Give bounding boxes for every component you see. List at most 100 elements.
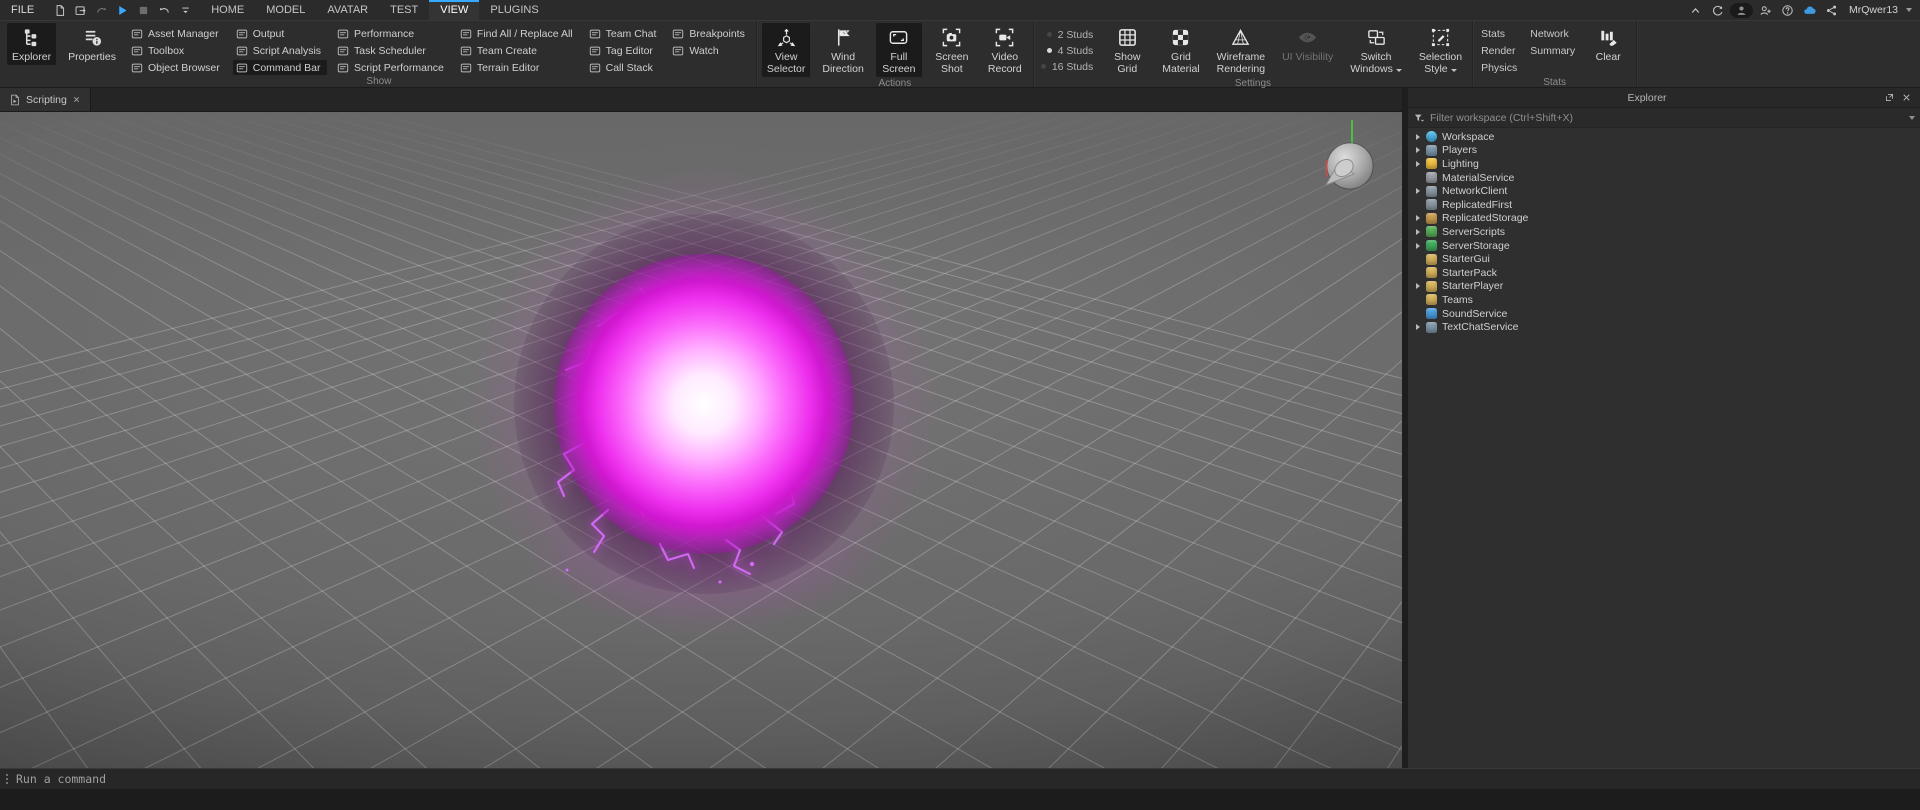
menu-avatar[interactable]: AVATAR (316, 0, 379, 20)
stud-option-4-studs[interactable]: 4 Studs (1041, 44, 1093, 57)
titlebar-add-collaborator[interactable] (1756, 3, 1775, 18)
popout-icon[interactable] (1881, 92, 1898, 103)
ribbon-button-find-all-replace-all[interactable]: Find All / Replace All (457, 26, 579, 41)
explorer-item-networkclient[interactable]: NetworkClient (1408, 184, 1920, 198)
ribbon-button-asset-manager[interactable]: Asset Manager (128, 26, 226, 41)
ribbon-button-screen-shot[interactable]: Screen Shot (929, 23, 975, 77)
expand-arrow-icon[interactable] (1411, 134, 1424, 140)
filter-caret-icon[interactable] (1909, 115, 1915, 120)
viewport-3d[interactable] (0, 112, 1402, 768)
quickbar-more[interactable] (175, 3, 196, 18)
username[interactable]: MrQwer13 (1849, 4, 1898, 16)
titlebar-share[interactable] (1822, 3, 1841, 18)
ribbon-button-ui-visibility[interactable]: UI Visibility (1277, 23, 1338, 65)
ribbon-button-wind-direction[interactable]: Wind Direction (817, 23, 868, 77)
filter-workspace-input[interactable] (1430, 111, 1904, 124)
tab-close-icon[interactable] (72, 95, 81, 104)
quickbar-undo[interactable] (154, 3, 175, 18)
explorer-item-materialservice[interactable]: MaterialService (1408, 171, 1920, 185)
ribbon-button-full-screen[interactable]: Full Screen (875, 23, 922, 77)
expand-arrow-icon[interactable] (1411, 324, 1424, 330)
drag-grip-icon[interactable] (4, 771, 12, 787)
titlebar-sync[interactable] (1708, 3, 1727, 18)
titlebar-avatar[interactable] (1729, 2, 1753, 18)
command-input[interactable] (16, 772, 1916, 786)
ribbon-button-stats[interactable]: Stats (1478, 27, 1520, 42)
ribbon-button-wireframe-rendering[interactable]: Wireframe Rendering (1212, 23, 1270, 77)
explorer-item-starterpack[interactable]: StarterPack (1408, 266, 1920, 280)
ribbon-button-output[interactable]: Output (233, 26, 327, 41)
command-bar-icon (236, 62, 248, 74)
ribbon-button-grid-material[interactable]: Grid Material (1157, 23, 1204, 77)
ribbon-button-switch-windows[interactable]: Switch Windows (1345, 23, 1407, 77)
menu-view[interactable]: VIEW (429, 0, 480, 20)
filter-funnel-icon[interactable] (1413, 112, 1425, 124)
quickbar-play[interactable] (112, 3, 133, 18)
ribbon-button-explorer[interactable]: Explorer (7, 23, 57, 65)
ribbon-button-breakpoints[interactable]: Breakpoints (669, 26, 750, 41)
expand-arrow-icon (1411, 256, 1424, 262)
user-menu-caret-icon[interactable] (1906, 8, 1912, 12)
explorer-item-replicatedfirst[interactable]: ReplicatedFirst (1408, 198, 1920, 212)
titlebar-collapse-ribbon[interactable] (1686, 3, 1705, 18)
expand-arrow-icon[interactable] (1411, 188, 1424, 194)
explorer-item-startergui[interactable]: StarterGui (1408, 252, 1920, 266)
explorer-item-teams[interactable]: Teams (1408, 293, 1920, 307)
titlebar-cloud[interactable] (1800, 3, 1819, 18)
ribbon-button-clear[interactable]: Clear (1585, 23, 1631, 65)
ribbon-button-render[interactable]: Render (1478, 44, 1520, 59)
expand-arrow-icon[interactable] (1411, 147, 1424, 153)
menu-plugins[interactable]: PLUGINS (479, 0, 549, 20)
stud-option-16-studs[interactable]: 16 Studs (1040, 60, 1093, 73)
quickbar-new-file[interactable] (49, 3, 70, 18)
material-service-icon (1426, 172, 1437, 184)
explorer-item-lighting[interactable]: Lighting (1408, 157, 1920, 171)
ribbon-button-properties[interactable]: Properties (63, 23, 121, 65)
ribbon-button-selection-style[interactable]: Selection Style (1414, 23, 1467, 77)
expand-arrow-icon[interactable] (1411, 161, 1424, 167)
ribbon-button-task-scheduler[interactable]: Task Scheduler (334, 43, 450, 58)
expand-arrow-icon[interactable] (1411, 215, 1424, 221)
menu-test[interactable]: TEST (379, 0, 429, 20)
stud-option-2-studs[interactable]: 2 Studs (1041, 28, 1093, 41)
ribbon-button-show-grid[interactable]: Show Grid (1104, 23, 1150, 77)
tab-scripting[interactable]: Scripting (0, 88, 91, 111)
ribbon-button-summary[interactable]: Summary (1527, 44, 1578, 59)
ribbon-button-team-chat[interactable]: Team Chat (586, 26, 663, 41)
menu-home[interactable]: HOME (200, 0, 255, 20)
explorer-item-textchatservice[interactable]: TextChatService (1408, 320, 1920, 334)
expand-arrow-icon[interactable] (1411, 229, 1424, 235)
ribbon-button-video-record[interactable]: Video Record (982, 23, 1028, 77)
explorer-item-serverscripts[interactable]: ServerScripts (1408, 225, 1920, 239)
ribbon-button-team-create[interactable]: Team Create (457, 43, 579, 58)
ribbon-button-watch[interactable]: Watch (669, 43, 750, 58)
explorer-item-serverstorage[interactable]: ServerStorage (1408, 239, 1920, 253)
explorer-item-soundservice[interactable]: SoundService (1408, 307, 1920, 321)
ribbon-button-script-analysis[interactable]: Script Analysis (233, 43, 327, 58)
quickbar-stop[interactable] (133, 3, 154, 18)
explorer-item-starterplayer[interactable]: StarterPlayer (1408, 280, 1920, 294)
ribbon-button-call-stack[interactable]: Call Stack (586, 60, 663, 75)
titlebar-help[interactable] (1778, 3, 1797, 18)
ribbon-button-physics[interactable]: Physics (1478, 61, 1520, 76)
ribbon-button-toolbox[interactable]: Toolbox (128, 43, 226, 58)
ribbon-button-object-browser[interactable]: Object Browser (128, 60, 226, 75)
explorer-item-workspace[interactable]: Workspace (1408, 130, 1920, 144)
quickbar-redo[interactable] (91, 3, 112, 18)
expand-arrow-icon[interactable] (1411, 243, 1424, 249)
explorer-item-replicatedstorage[interactable]: ReplicatedStorage (1408, 212, 1920, 226)
explorer-item-players[interactable]: Players (1408, 144, 1920, 158)
ribbon-button-performance[interactable]: Performance (334, 26, 450, 41)
quickbar-open-file[interactable] (70, 3, 91, 18)
ribbon-button-network[interactable]: Network (1527, 27, 1578, 42)
close-icon[interactable] (1898, 92, 1915, 103)
ribbon-button-script-performance[interactable]: Script Performance (334, 60, 450, 75)
view-orientation-gizmo[interactable] (1298, 116, 1402, 208)
ribbon-button-terrain-editor[interactable]: Terrain Editor (457, 60, 579, 75)
ribbon-button-view-selector[interactable]: View Selector (761, 23, 811, 77)
menu-file[interactable]: FILE (0, 0, 45, 20)
expand-arrow-icon[interactable] (1411, 283, 1424, 289)
ribbon-button-tag-editor[interactable]: Tag Editor (586, 43, 663, 58)
menu-model[interactable]: MODEL (255, 0, 316, 20)
ribbon-button-command-bar[interactable]: Command Bar (232, 60, 328, 75)
